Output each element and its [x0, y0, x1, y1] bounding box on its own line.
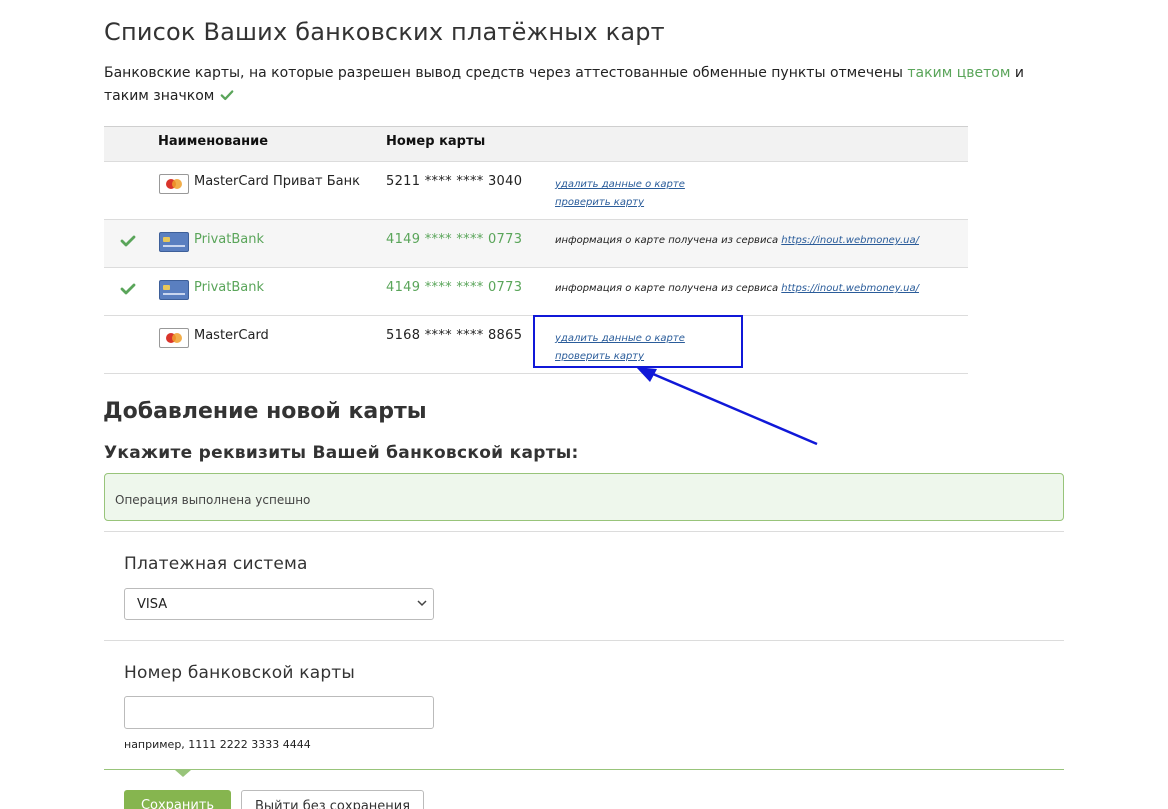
card-name: PrivatBank: [194, 232, 264, 247]
card-name: MasterCard Приват Банк: [194, 174, 360, 189]
save-button[interactable]: Сохранить: [124, 790, 231, 809]
table-header: Наименование Номер карты: [104, 127, 968, 162]
mastercard-icon: [159, 174, 189, 194]
verified-check-icon: [120, 235, 136, 247]
intro-text: Банковские карты, на которые разрешен вы…: [104, 62, 1044, 108]
check-icon: [220, 90, 234, 101]
card-info: информация о карте получена из сервиса h…: [555, 235, 919, 246]
table-row: MasterCard Приват Банк 5211 **** **** 30…: [104, 162, 968, 220]
delete-card-link[interactable]: удалить данные о карте: [555, 176, 685, 194]
add-card-heading: Добавление новой карты: [103, 399, 427, 424]
add-card-subheading: Укажите реквизиты Вашей банковской карты…: [104, 443, 579, 463]
success-message: Операция выполнена успешно: [104, 473, 1064, 521]
service-link[interactable]: https://inout.webmoney.ua/: [781, 235, 919, 246]
chevron-down-icon: [417, 600, 427, 607]
header-number: Номер карты: [386, 134, 486, 149]
intro-highlight: таким цветом: [907, 65, 1011, 81]
bank-card-icon: [159, 280, 189, 300]
card-number: 5211 **** **** 3040: [386, 174, 523, 189]
payment-system-label: Платежная система: [124, 554, 308, 574]
card-number-input[interactable]: [124, 696, 434, 729]
payment-system-value: VISA: [137, 597, 168, 612]
card-number: 5168 **** **** 8865: [386, 328, 523, 343]
table-row: PrivatBank 4149 **** **** 0773 информаци…: [104, 220, 968, 268]
check-card-link[interactable]: проверить карту: [555, 194, 685, 212]
card-number: 4149 **** **** 0773: [386, 232, 523, 247]
form-divider: [104, 769, 1064, 770]
card-name: MasterCard: [194, 328, 269, 343]
card-info: информация о карте получена из сервиса h…: [555, 283, 919, 294]
card-info-text: информация о карте получена из сервиса: [555, 235, 782, 246]
divider-notch: [175, 770, 191, 777]
payment-system-select[interactable]: VISA: [124, 588, 434, 620]
card-number-label: Номер банковской карты: [124, 663, 356, 683]
intro-text-start: Банковские карты, на которые разрешен вы…: [104, 65, 908, 81]
card-actions: удалить данные о карте проверить карту: [555, 176, 685, 212]
card-info-text: информация о карте получена из сервиса: [555, 283, 782, 294]
exit-without-saving-button[interactable]: Выйти без сохранения: [241, 790, 424, 809]
card-number: 4149 **** **** 0773: [386, 280, 523, 295]
verified-check-icon: [120, 283, 136, 295]
annotation-highlight-box: [533, 315, 743, 368]
mastercard-icon: [159, 328, 189, 348]
divider: [104, 640, 1064, 641]
card-number-hint: например, 1111 2222 3333 4444: [124, 738, 311, 751]
table-row: PrivatBank 4149 **** **** 0773 информаци…: [104, 268, 968, 316]
service-link[interactable]: https://inout.webmoney.ua/: [781, 283, 919, 294]
divider: [104, 531, 1064, 532]
header-name: Наименование: [158, 134, 269, 149]
card-name: PrivatBank: [194, 280, 264, 295]
page-title: Список Ваших банковских платёжных карт: [104, 18, 665, 46]
bank-card-icon: [159, 232, 189, 252]
